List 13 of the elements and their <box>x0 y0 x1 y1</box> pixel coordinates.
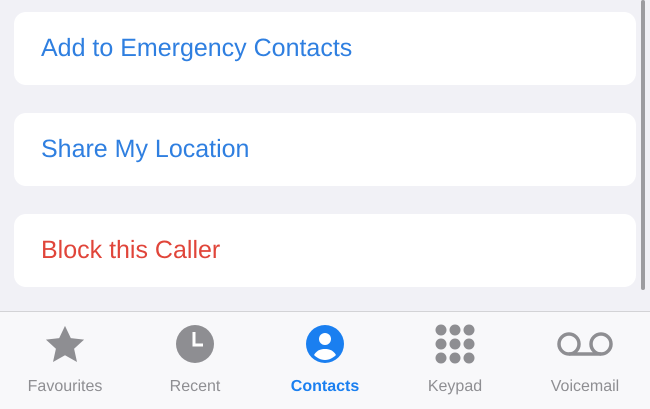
tab[interactable]: Voicemail <box>520 312 650 409</box>
clock-icon <box>175 324 215 364</box>
action-button[interactable]: Block this Caller <box>14 214 636 287</box>
tab[interactable]: Favourites <box>0 312 130 409</box>
keypad-icon <box>435 324 475 364</box>
voicemail-icon <box>556 331 614 357</box>
tab[interactable]: Contacts <box>260 312 390 409</box>
action-button[interactable]: Share My Location <box>14 113 636 186</box>
person-icon <box>305 324 345 364</box>
tab[interactable]: Keypad <box>390 312 520 409</box>
tab[interactable]: Recent <box>130 312 260 409</box>
action-button[interactable]: Add to Emergency Contacts <box>14 12 636 85</box>
star-icon <box>43 324 87 364</box>
